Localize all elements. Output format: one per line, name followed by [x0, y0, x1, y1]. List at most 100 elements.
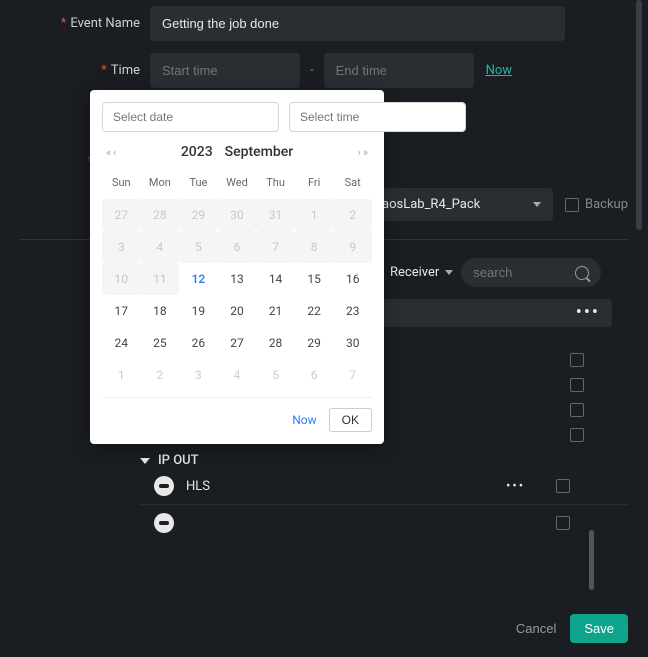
- row-checkbox[interactable]: [556, 516, 570, 530]
- calendar-day[interactable]: 25: [141, 327, 180, 359]
- calendar-day: 2: [333, 199, 372, 231]
- dow-header: Sat: [333, 170, 372, 199]
- calendar-day: 5: [179, 231, 218, 263]
- time-input[interactable]: [289, 102, 466, 132]
- datepicker-popover: « ‹ 2023 September › » SunMonTueWedThuFr…: [90, 90, 384, 444]
- footer: Cancel Save: [0, 600, 648, 657]
- calendar-day: 31: [256, 199, 295, 231]
- backup-checkbox-wrap[interactable]: Backup: [565, 197, 628, 212]
- tree-group-header[interactable]: IP OUT: [140, 453, 628, 468]
- backup-checkbox[interactable]: [565, 198, 579, 212]
- calendar-day: 9: [333, 231, 372, 263]
- event-name-input[interactable]: [150, 6, 565, 41]
- calendar-day: 8: [295, 231, 334, 263]
- hls-row[interactable]: HLS •••: [140, 468, 628, 505]
- page-scrollbar[interactable]: [636, 0, 642, 230]
- chevron-left-icon: ‹: [113, 146, 116, 159]
- receiver-label: Receiver: [390, 265, 439, 280]
- backup-label: Backup: [585, 197, 628, 212]
- cancel-button[interactable]: Cancel: [516, 621, 556, 636]
- encoder-value: aosLab_R4_Pack: [382, 197, 480, 212]
- row-checkbox[interactable]: [556, 479, 570, 493]
- calendar-day[interactable]: 12: [179, 263, 218, 295]
- calendar-day: 1: [102, 359, 141, 391]
- row-checkbox[interactable]: [570, 403, 584, 417]
- dow-header: Thu: [256, 170, 295, 199]
- year-label[interactable]: 2023: [181, 144, 213, 160]
- end-time-input[interactable]: [324, 53, 474, 88]
- now-link[interactable]: Now: [486, 63, 512, 78]
- more-icon[interactable]: •••: [506, 479, 525, 494]
- row-checkbox[interactable]: [570, 353, 584, 367]
- calendar-day: 7: [333, 359, 372, 391]
- calendar-day: 6: [218, 231, 257, 263]
- row-checkbox[interactable]: [570, 378, 584, 392]
- chevron-down-icon: [445, 270, 453, 275]
- calendar-day[interactable]: 28: [256, 327, 295, 359]
- calendar-day[interactable]: 13: [218, 263, 257, 295]
- calendar-grid: SunMonTueWedThuFriSat2728293031123456789…: [102, 170, 372, 391]
- time-dash: -: [310, 63, 314, 78]
- calendar-day[interactable]: 21: [256, 295, 295, 327]
- group-label: IP OUT: [158, 453, 199, 468]
- calendar-day: 30: [218, 199, 257, 231]
- dow-header: Sun: [102, 170, 141, 199]
- more-icon[interactable]: •••: [576, 309, 600, 317]
- calendar-day[interactable]: 17: [102, 295, 141, 327]
- calendar-day: 4: [218, 359, 257, 391]
- chevron-right-icon: ›: [358, 146, 361, 159]
- calendar-day[interactable]: 20: [218, 295, 257, 327]
- calendar-day: 11: [141, 263, 180, 295]
- start-time-input[interactable]: [150, 53, 300, 88]
- dow-header: Fri: [295, 170, 334, 199]
- calendar-day: 4: [141, 231, 180, 263]
- calendar-day[interactable]: 30: [333, 327, 372, 359]
- stream-icon: [154, 513, 174, 533]
- calendar-day[interactable]: 22: [295, 295, 334, 327]
- double-chevron-left-icon: «: [106, 146, 111, 159]
- calendar-day: 28: [141, 199, 180, 231]
- calendar-day[interactable]: 26: [179, 327, 218, 359]
- encoder-select[interactable]: aosLab_R4_Pack: [370, 188, 553, 221]
- calendar-day: 6: [295, 359, 334, 391]
- search-input[interactable]: [473, 265, 575, 280]
- calendar-day[interactable]: 29: [295, 327, 334, 359]
- dow-header: Tue: [179, 170, 218, 199]
- calendar-day: 7: [256, 231, 295, 263]
- date-input[interactable]: [102, 102, 279, 132]
- double-chevron-right-icon: »: [363, 146, 368, 159]
- calendar-day[interactable]: 18: [141, 295, 180, 327]
- stream-icon: [154, 476, 174, 496]
- calendar-day[interactable]: 24: [102, 327, 141, 359]
- time-label: Time: [20, 63, 150, 78]
- dow-header: Mon: [141, 170, 180, 199]
- next-year-button[interactable]: › »: [358, 146, 368, 159]
- calendar-day[interactable]: 14: [256, 263, 295, 295]
- month-label[interactable]: September: [225, 144, 294, 160]
- triangle-down-icon: [140, 458, 150, 464]
- chevron-down-icon: [533, 202, 541, 207]
- list-item[interactable]: [140, 505, 628, 541]
- calendar-day[interactable]: 27: [218, 327, 257, 359]
- dow-header: Wed: [218, 170, 257, 199]
- calendar-day: 1: [295, 199, 334, 231]
- calendar-day[interactable]: 16: [333, 263, 372, 295]
- hls-label: HLS: [186, 479, 210, 494]
- calendar-day: 3: [179, 359, 218, 391]
- calendar-day: 10: [102, 263, 141, 295]
- dp-now-button[interactable]: Now: [292, 413, 316, 427]
- search-wrap[interactable]: [461, 258, 601, 287]
- prev-year-button[interactable]: « ‹: [106, 146, 116, 159]
- calendar-day: 3: [102, 231, 141, 263]
- calendar-day[interactable]: 23: [333, 295, 372, 327]
- calendar-day: 5: [256, 359, 295, 391]
- save-button[interactable]: Save: [570, 614, 628, 643]
- calendar-day[interactable]: 15: [295, 263, 334, 295]
- calendar-day: 2: [141, 359, 180, 391]
- dp-ok-button[interactable]: OK: [329, 408, 372, 432]
- receiver-select[interactable]: Receiver: [390, 265, 453, 280]
- search-icon: [575, 266, 589, 280]
- event-name-label: Event Name: [20, 16, 150, 31]
- row-checkbox[interactable]: [570, 428, 584, 442]
- calendar-day[interactable]: 19: [179, 295, 218, 327]
